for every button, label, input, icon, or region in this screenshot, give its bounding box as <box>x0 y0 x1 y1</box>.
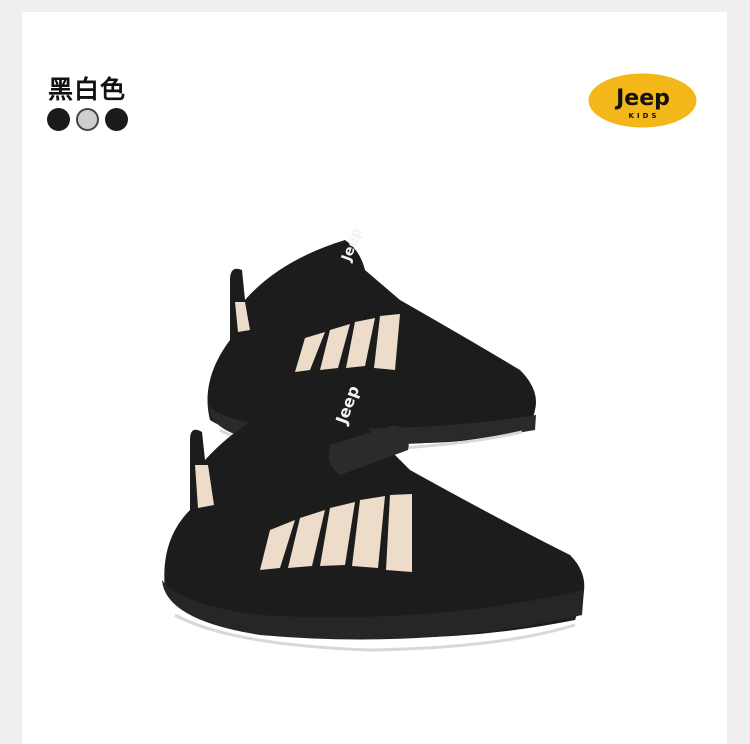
swatch-black-2[interactable] <box>105 108 128 131</box>
logo-main-text: Jeep <box>614 86 670 111</box>
back-shoe: Jeep <box>207 226 536 452</box>
jeep-kids-logo: Jeep KIDS <box>588 73 697 128</box>
product-image-sneakers: Jeep Jeep <box>162 226 585 652</box>
back-shoe-heel-text: Jeep <box>338 226 365 265</box>
logo-sub-text: KIDS <box>629 112 660 120</box>
color-name: 黑白色 <box>48 75 127 104</box>
swatch-gray[interactable] <box>76 108 99 131</box>
swatch-black-1[interactable] <box>47 108 70 131</box>
color-swatches <box>47 108 128 131</box>
